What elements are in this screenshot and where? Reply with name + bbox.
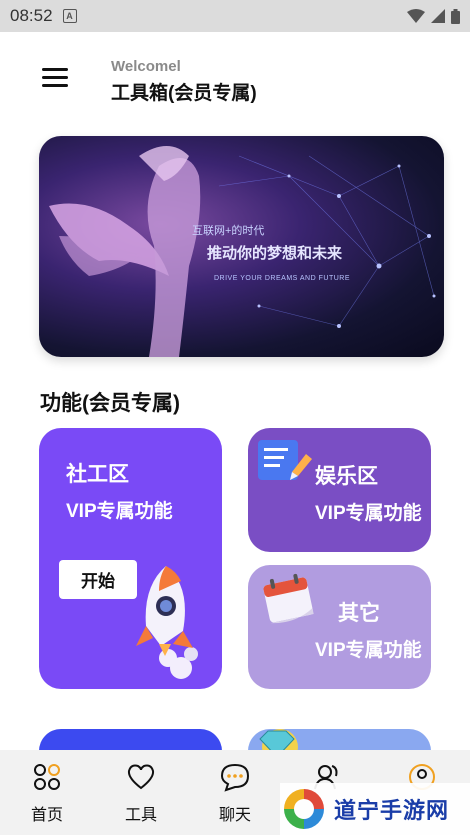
social-zone-subtitle: VIP专属功能 [66, 501, 173, 522]
menu-icon[interactable] [42, 68, 68, 88]
status-icons [407, 8, 460, 24]
heart-icon [127, 764, 155, 790]
header: Welcomel 工具箱(会员专属) [0, 58, 470, 108]
notification-icon: A [62, 9, 77, 23]
entertainment-zone-card[interactable]: 娱乐区 VIP专属功能 [248, 428, 431, 552]
nav-tools-label: 工具 [124, 807, 157, 824]
page-title: 工具箱(会员专属) [111, 83, 257, 104]
watermark-text: 道宁手游网 [334, 798, 450, 823]
nav-home[interactable]: 首页 [17, 762, 77, 825]
other-zone-card[interactable]: 其它 VIP专属功能 [248, 565, 431, 689]
social-zone-title: 社工区 [66, 463, 129, 486]
entertainment-zone-title: 娱乐区 [315, 465, 378, 488]
nav-chat-label: 聊天 [218, 807, 251, 824]
home-icon [34, 764, 60, 790]
other-zone-subtitle: VIP专属功能 [315, 640, 422, 661]
other-zone-title: 其它 [338, 602, 380, 625]
battery-icon [451, 8, 460, 24]
notes-icon [258, 440, 312, 480]
social-zone-card[interactable]: 社工区 VIP专属功能 开始 [39, 428, 222, 689]
entertainment-zone-subtitle: VIP专属功能 [315, 503, 422, 524]
status-time: 08:52 [10, 6, 53, 25]
banner[interactable]: 互联网+的时代 推动你的梦想和未来 DRIVE YOUR DREAMS AND … [39, 136, 444, 357]
section-title: 功能(会员专属) [40, 392, 180, 415]
banner-text-era: 互联网+的时代 [192, 225, 265, 237]
watermark: 道宁手游网 [280, 783, 470, 835]
nav-home-label: 首页 [30, 807, 63, 824]
wifi-icon [407, 9, 425, 23]
chat-icon [220, 763, 250, 792]
calendar-icon [263, 573, 314, 624]
banner-text-dream: 推动你的梦想和未来 [207, 245, 343, 262]
watermark-logo-icon [284, 789, 324, 829]
signal-icon [431, 9, 445, 23]
welcome-text: Welcomel [111, 58, 181, 75]
status-bar: 08:52 A [0, 0, 470, 32]
nav-tools[interactable]: 工具 [111, 762, 171, 825]
banner-text-english: DRIVE YOUR DREAMS AND FUTURE [214, 275, 350, 282]
nav-chat[interactable]: 聊天 [205, 762, 265, 825]
rocket-icon [136, 566, 198, 679]
